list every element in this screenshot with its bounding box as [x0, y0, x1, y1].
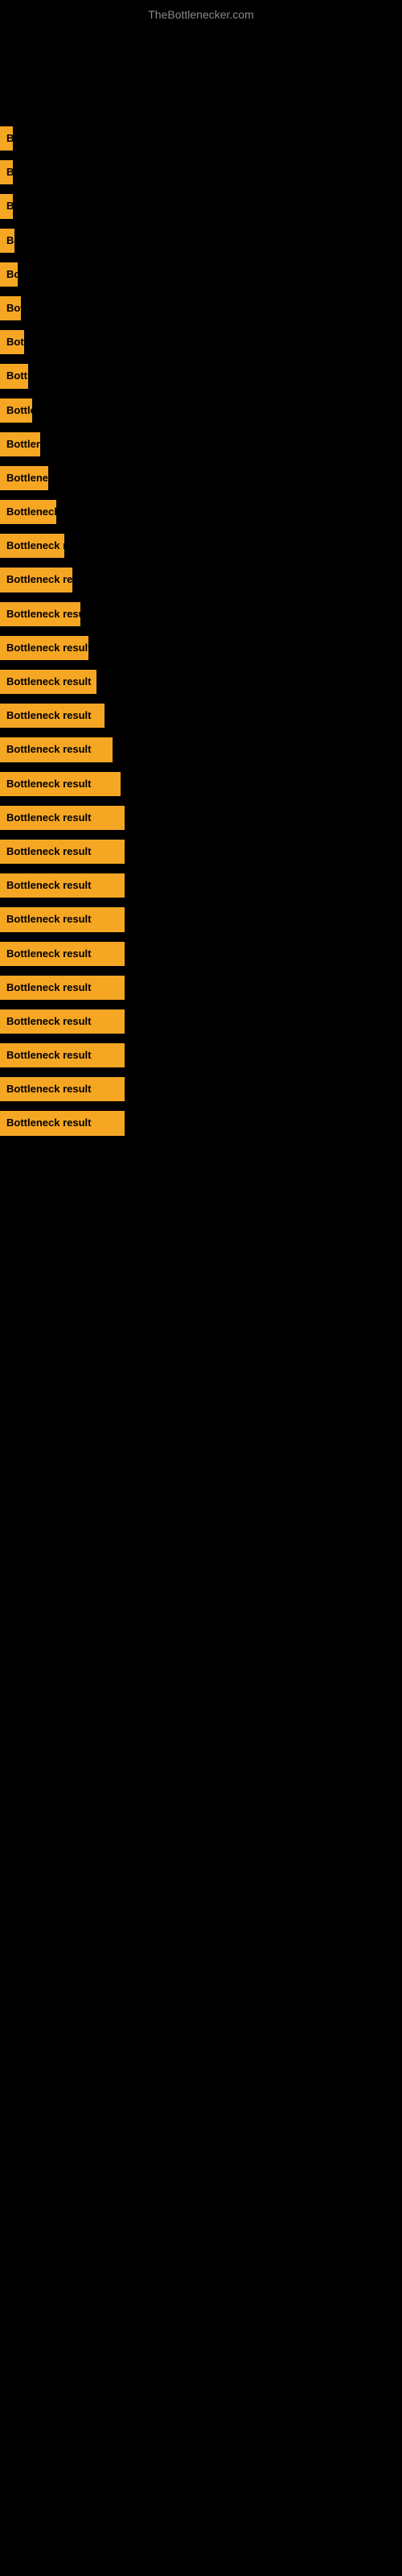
bottleneck-result-bar: Bottleneck result [0, 364, 28, 388]
bottleneck-result-bar: Bottleneck result [0, 907, 125, 931]
bottleneck-result-bar: Bottleneck result [0, 1077, 125, 1101]
bottleneck-result-bar: Bottleneck result [0, 976, 125, 1000]
bottleneck-result-bar: Bottleneck result [0, 772, 121, 796]
bar-row: Bottleneck result [0, 495, 402, 529]
bottleneck-result-bar: Bottleneck result [0, 873, 125, 898]
bottleneck-result-bar: Bottleneck result [0, 1111, 125, 1135]
bottleneck-result-bar: Bottleneck result [0, 330, 24, 354]
bottleneck-result-bar: Bottleneck result [0, 432, 40, 456]
bar-row: Bottleneck result [0, 699, 402, 733]
bars-container: Bottleneck result Bottleneck result Bottle… [0, 25, 402, 1141]
bar-row: Bottleneck result [0, 869, 402, 902]
site-header: TheBottlenecker.com [0, 0, 402, 25]
bar-row: Bottleneck result [0, 665, 402, 699]
bar-row: Bottleneck result [0, 359, 402, 393]
site-title: TheBottlenecker.com [0, 0, 402, 25]
bar-row: Bottleneck result [0, 1106, 402, 1140]
bottleneck-result-bar: Bottleneck result [0, 636, 88, 660]
bottleneck-result-bar: Bottleneck result [0, 1009, 125, 1034]
bottleneck-result-bar: Bottleneck result [0, 500, 56, 524]
bar-row: Bottleneck result [0, 801, 402, 835]
bar-row: Bottleneck result [0, 461, 402, 495]
bar-row: Bottleneck result [0, 291, 402, 325]
bar-row: Bottleneck result [0, 767, 402, 801]
bottleneck-result-bar: Bottleneck result [0, 602, 80, 626]
bar-row: Bottleneck result [0, 189, 402, 223]
bar-row: Bottleneck result [0, 971, 402, 1005]
bar-row: Bottleneck result [0, 1072, 402, 1106]
bottleneck-result-bar: Bottleneck result [0, 126, 13, 151]
bar-row: Bottleneck result [0, 835, 402, 869]
bar-row: Bottleneck result [0, 529, 402, 563]
bottleneck-result-bar: Bottleneck result [0, 840, 125, 864]
bar-row: Bottleneck result [0, 155, 402, 189]
bar-row: Bottleneck result [0, 563, 402, 597]
bottleneck-result-bar: Bottleneck result [0, 568, 72, 592]
bar-row: Bottleneck result [0, 733, 402, 766]
bottleneck-result-bar: Bottleneck result [0, 670, 96, 694]
bar-row: Bottleneck result [0, 394, 402, 427]
bar-row: Bottleneck result [0, 937, 402, 971]
bar-row: Bottleneck result [0, 1005, 402, 1038]
bottleneck-result-bar: Bottleneck result [0, 704, 105, 728]
bar-row: Bottleneck result [0, 902, 402, 936]
bottleneck-result-bar: Bottleneck result [0, 534, 64, 558]
bottleneck-result-bar: Bottleneck result [0, 398, 32, 423]
bottleneck-result-bar: Bottleneck result [0, 229, 14, 253]
bottleneck-result-bar: Bottleneck result [0, 737, 113, 762]
bar-row: Bottleneck result [0, 122, 402, 155]
bar-row: Bottleneck result [0, 631, 402, 665]
bar-row: Bottleneck result [0, 224, 402, 258]
bottleneck-result-bar: Bottleneck result [0, 296, 21, 320]
bottleneck-result-bar: Bottleneck result [0, 942, 125, 966]
bottleneck-result-bar: Bottleneck result [0, 1043, 125, 1067]
bottleneck-result-bar: Bottleneck result [0, 160, 13, 184]
bottleneck-result-bar: Bottleneck result [0, 262, 18, 287]
bottleneck-result-bar: Bottleneck result [0, 466, 48, 490]
bottleneck-result-bar: Bottleneck result [0, 194, 13, 218]
bar-row: Bottleneck result [0, 258, 402, 291]
bottleneck-result-bar: Bottleneck result [0, 806, 125, 830]
bar-row: Bottleneck result [0, 1038, 402, 1072]
bar-row: Bottleneck result [0, 427, 402, 461]
bar-row: Bottleneck result [0, 597, 402, 631]
bar-row: Bottleneck result [0, 325, 402, 359]
